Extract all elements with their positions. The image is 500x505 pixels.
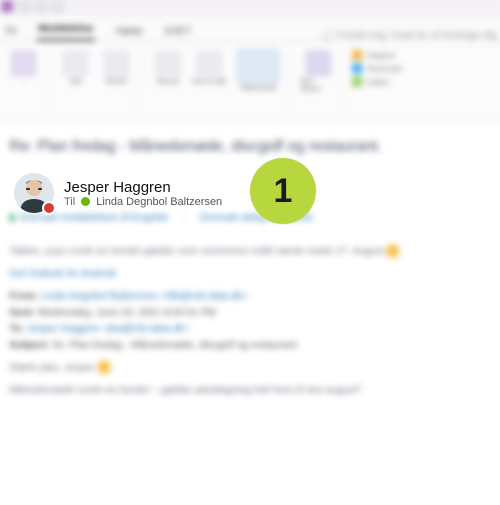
message-body: Takker, yoyo rundt om bordet gælder over… xyxy=(0,230,500,414)
qat-icon xyxy=(52,1,62,11)
sender-avatar[interactable] xyxy=(14,173,54,213)
presence-available-icon xyxy=(81,197,90,206)
reply-button[interactable]: Besvar xyxy=(150,50,187,112)
tab-help[interactable]: Hjælp xyxy=(114,22,145,41)
body-text: Takker, yoyo rundt om bordet gælder over… xyxy=(9,246,384,257)
to-label: Til xyxy=(64,196,75,208)
quick-steps[interactable]: Opgave Teammail Udført xyxy=(348,48,405,114)
forward-button[interactable]: Videresend xyxy=(232,50,285,112)
lightbulb-icon xyxy=(323,30,333,40)
sender-name[interactable]: Jesper Haggren xyxy=(64,179,222,196)
share-teams-button[interactable]: Del i Teams xyxy=(300,50,337,112)
emoji-icon xyxy=(387,245,399,257)
tell-me-label: Fortæl mig, hvad du vil foretage dig xyxy=(337,30,497,41)
tab-eset[interactable]: ESET xyxy=(163,22,194,41)
presence-busy-icon xyxy=(42,201,56,215)
ribbon-tabs: Fil Meddelelse Hjælp ESET Fortæl mig, hv… xyxy=(0,17,500,41)
recipient-name[interactable]: Linda Degnbol Baltzersen xyxy=(96,196,222,208)
ribbon: ··· Slet Arkivér Besvar Svar til alle Vi… xyxy=(0,42,500,122)
tell-me-search[interactable]: Fortæl mig, hvad du vil foretage dig xyxy=(323,30,497,41)
title-bar xyxy=(0,0,500,17)
reply-all-button[interactable]: Svar til alle xyxy=(191,50,228,112)
delete-button[interactable]: Slet xyxy=(57,50,94,112)
app-icon xyxy=(1,0,13,12)
emoji-icon xyxy=(98,362,110,374)
message-subject: Re: Plan fredag - Månedsmøde, discgolf o… xyxy=(0,121,500,163)
qat-icon xyxy=(19,1,29,11)
outlook-window-blurred: Fil Meddelelse Hjælp ESET Fortæl mig, hv… xyxy=(0,0,500,505)
archive-button[interactable]: Arkivér xyxy=(98,50,135,112)
qat-icon xyxy=(36,1,46,11)
tab-file[interactable]: Fil xyxy=(3,22,18,41)
ribbon-misc-button[interactable]: ··· xyxy=(5,50,42,112)
recipients-line: Til Linda Degnbol Baltzersen xyxy=(64,196,222,208)
annotation-badge: 1 xyxy=(250,158,316,224)
signature-link[interactable]: Get Outlook for Android xyxy=(9,266,490,282)
annotation-number: 1 xyxy=(274,172,293,211)
tab-message[interactable]: Meddelelse xyxy=(36,19,95,40)
